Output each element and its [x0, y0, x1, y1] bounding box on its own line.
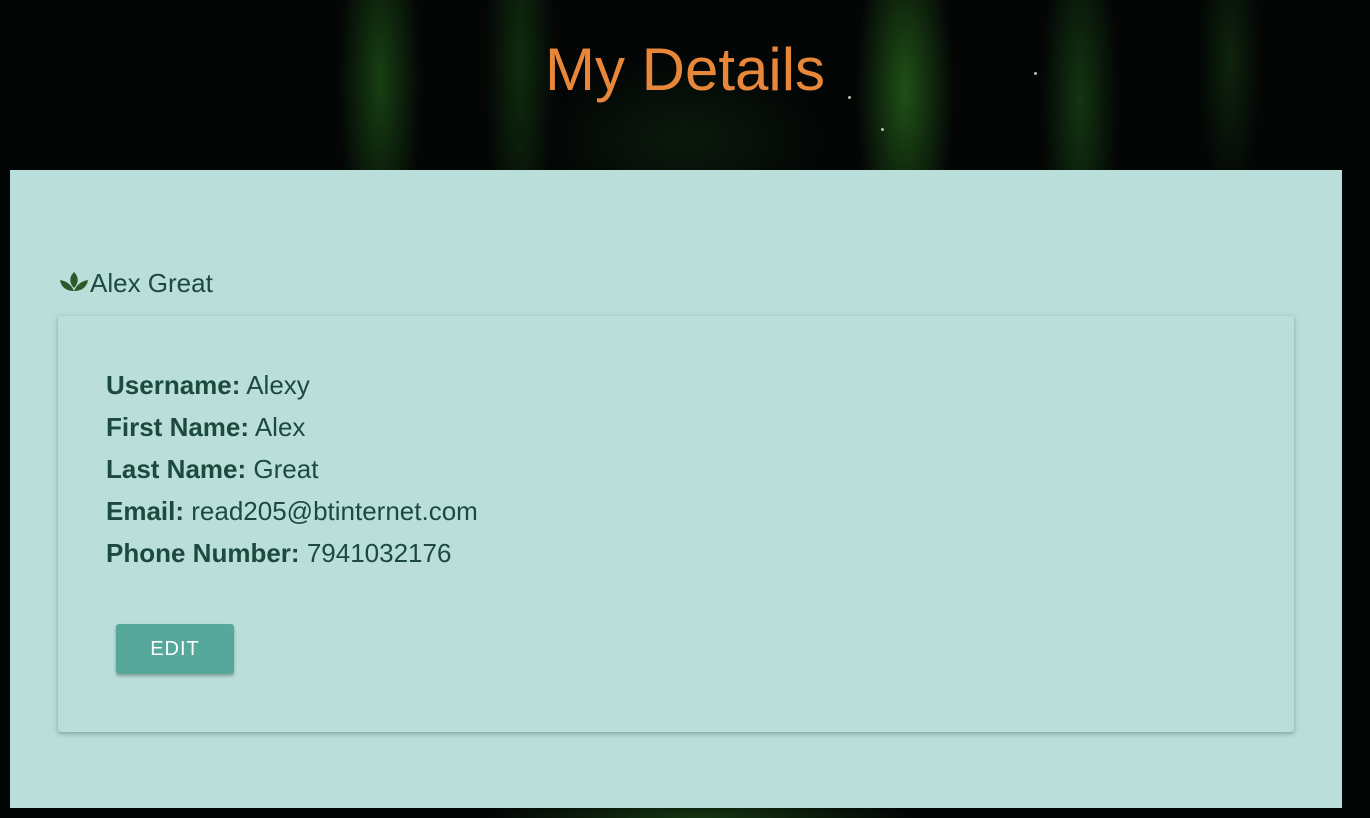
detail-label: Username:: [106, 370, 241, 400]
detail-value: read205@btinternet.com: [191, 496, 478, 526]
profile-header: Alex Great: [58, 266, 213, 300]
leaf-icon: [58, 270, 90, 296]
detail-label: First Name:: [106, 412, 250, 442]
detail-value: Great: [253, 454, 319, 484]
detail-row-email: Email: read205@btinternet.com: [106, 490, 478, 532]
detail-value: Alex: [254, 412, 306, 442]
detail-value: Alexy: [246, 370, 310, 400]
details-list: Username: Alexy First Name: Alex Last Na…: [106, 364, 478, 574]
details-panel: Alex Great Username: Alexy First Name: A…: [10, 170, 1342, 808]
page-title: My Details: [544, 36, 826, 103]
detail-label: Phone Number:: [106, 538, 300, 568]
detail-label: Last Name:: [106, 454, 247, 484]
background-speck: [881, 128, 884, 131]
detail-row-first-name: First Name: Alex: [106, 406, 478, 448]
detail-row-phone: Phone Number: 7941032176: [106, 532, 478, 574]
details-card: Username: Alexy First Name: Alex Last Na…: [58, 316, 1294, 732]
edit-button[interactable]: EDIT: [116, 624, 234, 674]
detail-value: 7941032176: [306, 538, 452, 568]
profile-name: Alex Great: [90, 267, 213, 298]
detail-label: Email:: [106, 496, 185, 526]
detail-row-username: Username: Alexy: [106, 364, 478, 406]
detail-row-last-name: Last Name: Great: [106, 448, 478, 490]
